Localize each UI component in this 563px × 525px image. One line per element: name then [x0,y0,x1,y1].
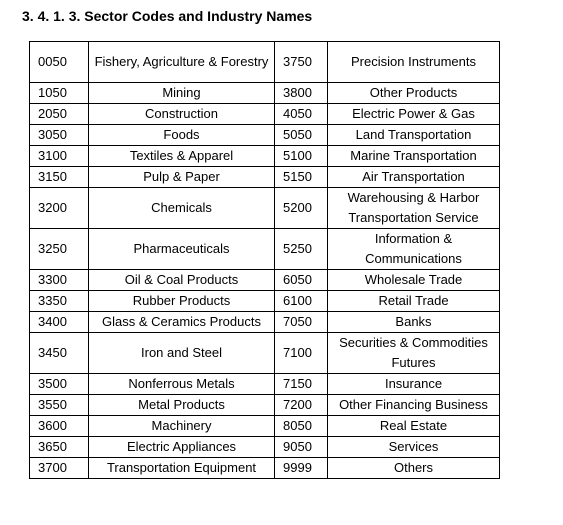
industry-name-cell: Information & Communications [327,228,500,270]
table-row: 1050 Mining 3800 Other Products [29,82,500,104]
industry-name-cell: Banks [327,311,500,333]
table-row: 3450 Iron and Steel 7100 Securities & Co… [29,332,500,374]
sector-code-cell: 7150 [274,373,328,395]
sector-code-cell: 3450 [29,332,89,374]
table-row: 3650 Electric Appliances 9050 Services [29,436,500,458]
sector-code-cell: 3700 [29,457,89,479]
industry-name-cell: Electric Power & Gas [327,103,500,125]
sector-code-cell: 5200 [274,187,328,229]
sector-code-cell: 8050 [274,415,328,437]
industry-name-cell: Services [327,436,500,458]
sector-code-cell: 3550 [29,394,89,416]
sector-code-cell: 5250 [274,228,328,270]
table-row: 3350 Rubber Products 6100 Retail Trade [29,290,500,312]
industry-name-cell: Oil & Coal Products [88,269,275,291]
sector-code-cell: 3500 [29,373,89,395]
industry-name-cell: Rubber Products [88,290,275,312]
sector-code-cell: 2050 [29,103,89,125]
industry-name-cell: Glass & Ceramics Products [88,311,275,333]
industry-name-cell: Pulp & Paper [88,166,275,188]
sector-code-cell: 9999 [274,457,328,479]
table-row: 3100 Textiles & Apparel 5100 Marine Tran… [29,145,500,167]
industry-name-cell: Iron and Steel [88,332,275,374]
sector-code-cell: 6100 [274,290,328,312]
table-row: 0050 Fishery, Agriculture & Forestry 375… [29,41,500,83]
industry-name-cell: Textiles & Apparel [88,145,275,167]
industry-name-cell: Pharmaceuticals [88,228,275,270]
table-row: 2050 Construction 4050 Electric Power & … [29,103,500,125]
sector-code-cell: 3750 [274,41,328,83]
industry-name-cell: Securities & Commodities Futures [327,332,500,374]
sector-code-cell: 3150 [29,166,89,188]
sector-code-cell: 5100 [274,145,328,167]
industry-name-cell: Chemicals [88,187,275,229]
industry-name-cell: Metal Products [88,394,275,416]
industry-name-cell: Machinery [88,415,275,437]
sector-code-cell: 7200 [274,394,328,416]
sector-code-cell: 9050 [274,436,328,458]
sector-code-cell: 1050 [29,82,89,104]
sector-code-cell: 3050 [29,124,89,146]
table-row: 3400 Glass & Ceramics Products 7050 Bank… [29,311,500,333]
sector-code-cell: 3350 [29,290,89,312]
industry-name-cell: Foods [88,124,275,146]
industry-name-cell: Warehousing & Harbor Transportation Serv… [327,187,500,229]
sector-codes-table: 0050 Fishery, Agriculture & Forestry 375… [29,41,500,479]
sector-code-cell: 7050 [274,311,328,333]
table-row: 3700 Transportation Equipment 9999 Other… [29,457,500,479]
sector-code-cell: 3600 [29,415,89,437]
section-title: 3. 4. 1. 3. Sector Codes and Industry Na… [22,8,313,24]
sector-code-cell: 4050 [274,103,328,125]
sector-code-cell: 3200 [29,187,89,229]
industry-name-cell: Transportation Equipment [88,457,275,479]
industry-name-cell: Mining [88,82,275,104]
industry-name-cell: Real Estate [327,415,500,437]
table-row: 3150 Pulp & Paper 5150 Air Transportatio… [29,166,500,188]
sector-code-cell: 7100 [274,332,328,374]
sector-code-cell: 3650 [29,436,89,458]
sector-code-cell: 3300 [29,269,89,291]
table-row: 3300 Oil & Coal Products 6050 Wholesale … [29,269,500,291]
industry-name-cell: Air Transportation [327,166,500,188]
table-row: 3500 Nonferrous Metals 7150 Insurance [29,373,500,395]
industry-name-cell: Marine Transportation [327,145,500,167]
industry-name-cell: Nonferrous Metals [88,373,275,395]
industry-name-cell: Insurance [327,373,500,395]
industry-name-cell: Other Products [327,82,500,104]
sector-code-cell: 5050 [274,124,328,146]
table-row: 3550 Metal Products 7200 Other Financing… [29,394,500,416]
sector-code-cell: 3100 [29,145,89,167]
sector-code-cell: 3250 [29,228,89,270]
industry-name-cell: Others [327,457,500,479]
table-row: 3200 Chemicals 5200 Warehousing & Harbor… [29,187,500,229]
industry-name-cell: Fishery, Agriculture & Forestry [88,41,275,83]
industry-name-cell: Precision Instruments [327,41,500,83]
sector-code-cell: 5150 [274,166,328,188]
industry-name-cell: Construction [88,103,275,125]
industry-name-cell: Retail Trade [327,290,500,312]
sector-code-cell: 6050 [274,269,328,291]
sector-code-cell: 0050 [29,41,89,83]
sector-code-cell: 3800 [274,82,328,104]
industry-name-cell: Land Transportation [327,124,500,146]
industry-name-cell: Other Financing Business [327,394,500,416]
industry-name-cell: Wholesale Trade [327,269,500,291]
table-row: 3050 Foods 5050 Land Transportation [29,124,500,146]
table-row: 3250 Pharmaceuticals 5250 Information & … [29,228,500,270]
industry-name-cell: Electric Appliances [88,436,275,458]
table-row: 3600 Machinery 8050 Real Estate [29,415,500,437]
sector-code-cell: 3400 [29,311,89,333]
